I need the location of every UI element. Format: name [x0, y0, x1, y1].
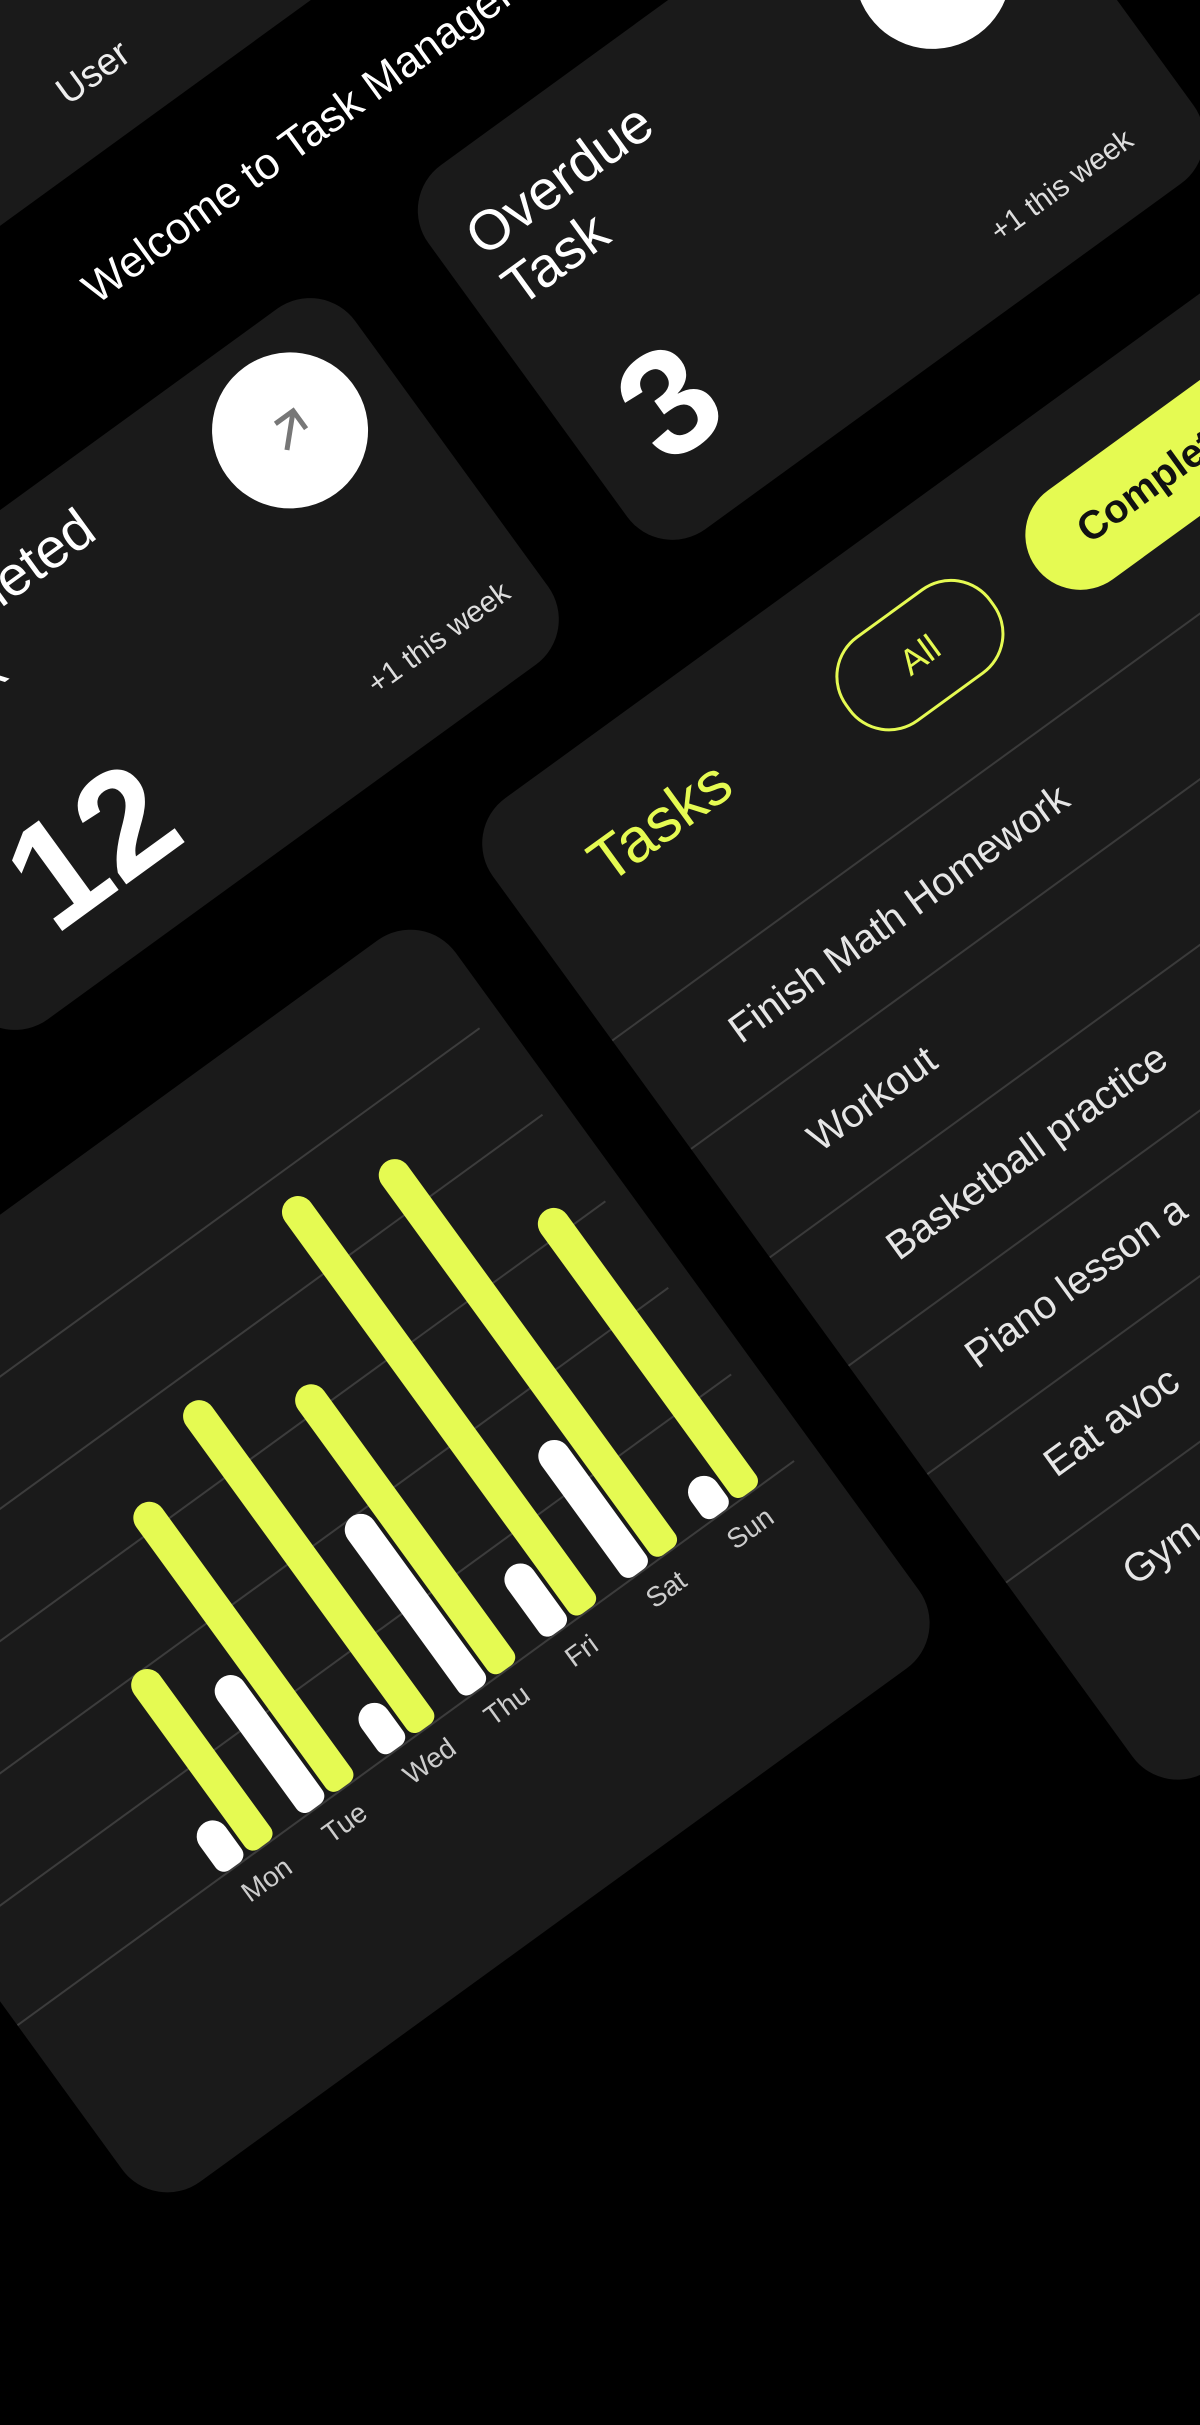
card-title: Overdue Task [454, 90, 701, 317]
bar-primary-tue [127, 1495, 358, 1796]
completed-task-card[interactable]: Completed Task 12 +1 this week [0, 275, 582, 1053]
arrow-up-right-icon [891, 0, 975, 13]
x-tick-label: Sat [639, 1564, 693, 1615]
open-overdue-button[interactable] [823, 0, 1042, 80]
x-tick-label: Fri [559, 1628, 604, 1673]
weekly-delta: +1 this week [361, 575, 517, 701]
task-item[interactable]: Gym [1114, 1509, 1200, 1595]
tasks-title: Tasks [575, 747, 745, 897]
filter-completed[interactable]: Completed [1003, 334, 1200, 612]
card-title: Completed Task [0, 496, 143, 756]
bar-primary-thu [288, 1378, 520, 1679]
filter-all[interactable]: All [815, 559, 1025, 752]
task-item[interactable]: Piano lesson a [957, 1187, 1196, 1378]
x-tick-label: Thu [478, 1678, 536, 1732]
overdue-count: 3 [585, 308, 753, 494]
task-item[interactable]: Workout [799, 1038, 945, 1162]
arrow-up-right-icon [273, 407, 309, 451]
x-tick-label: Sun [720, 1500, 780, 1556]
weekly-delta: +1 this week [984, 122, 1140, 249]
filter-all-label: All [891, 626, 948, 684]
x-tick-label: Tue [316, 1796, 373, 1850]
filter-completed-label: Completed [1068, 394, 1200, 552]
user-label[interactable]: User [49, 32, 139, 114]
task-item[interactable]: Finish Math Homework [721, 776, 1078, 1053]
open-completed-button[interactable] [181, 321, 400, 540]
completed-count: 12 [0, 728, 209, 963]
